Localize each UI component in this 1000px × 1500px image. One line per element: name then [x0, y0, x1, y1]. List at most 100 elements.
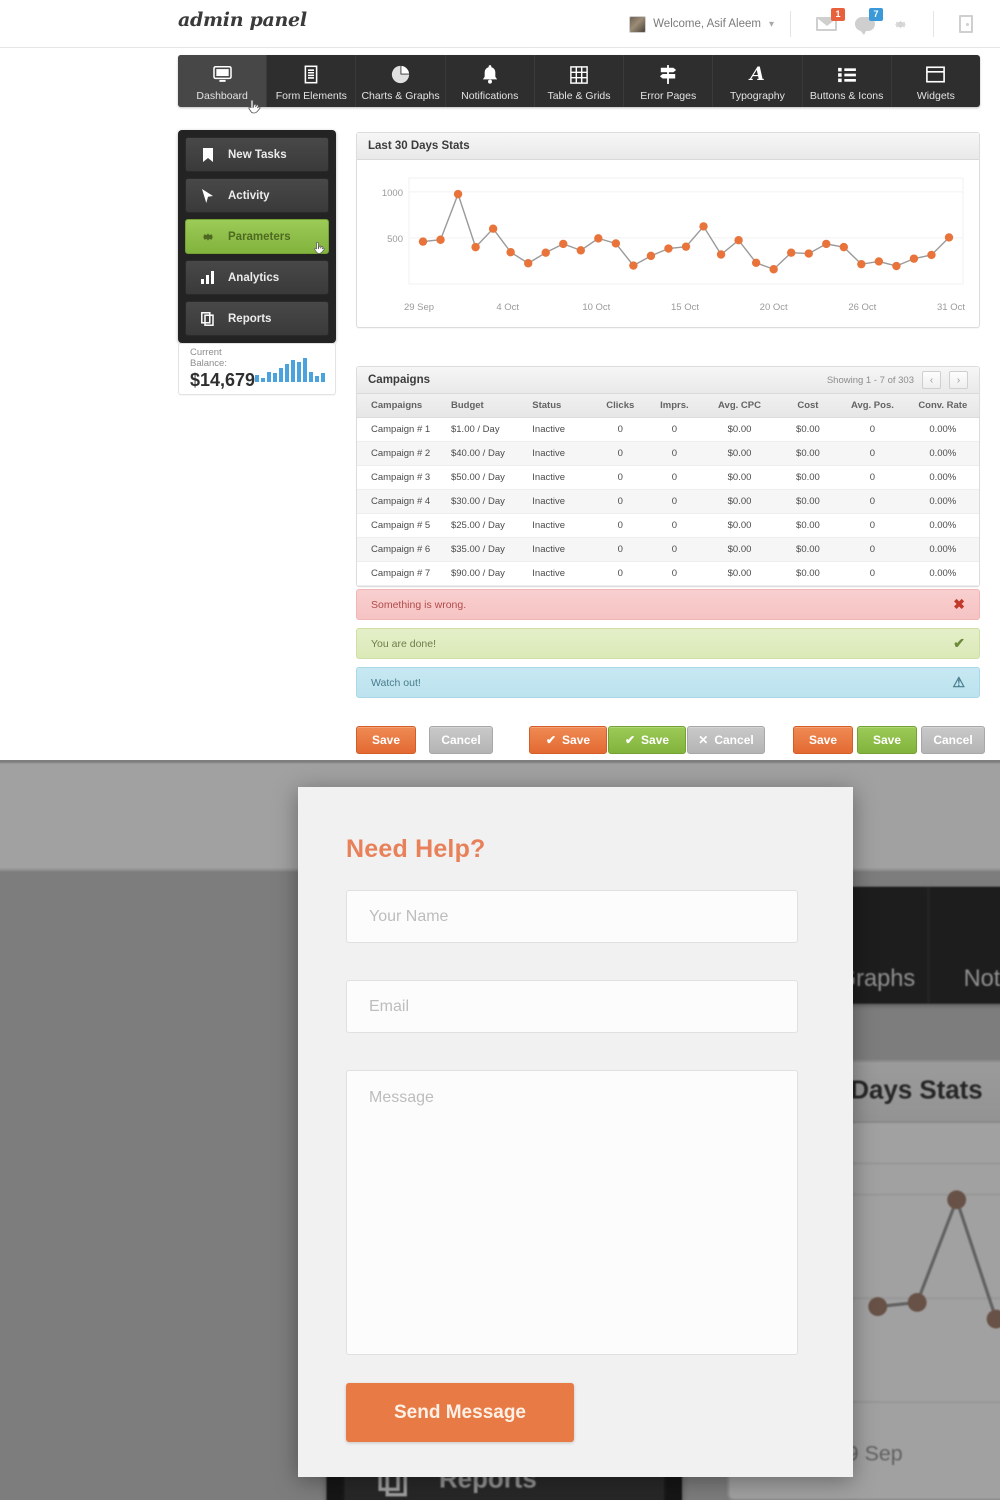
sidebar-label-analytics: Analytics [228, 271, 280, 284]
prev-page-button[interactable]: ‹ [922, 371, 941, 389]
chart-panel-title: Last 30 Days Stats [368, 140, 470, 152]
nav-item-table-grids[interactable]: Table & Grids [535, 55, 625, 107]
table-cell: Campaign # 1 [357, 417, 451, 442]
gear-icon[interactable] [893, 17, 908, 32]
table-cell: $0.00 [701, 561, 778, 586]
chart-line [422, 192, 950, 271]
send-message-button[interactable]: Send Message [346, 1383, 574, 1442]
name-input[interactable] [346, 890, 798, 943]
chart-data-point [839, 242, 848, 252]
save-button-2[interactable]: ✔ Save [529, 726, 607, 754]
chart-data-point [734, 236, 743, 245]
table-row[interactable]: Campaign # 1 $1.00 / Day Inactive 0 0 $0.00 $0… [357, 417, 979, 442]
table-cell: Campaign # 3 [357, 465, 451, 490]
sidebar-item-parameters[interactable]: Parameters [185, 219, 329, 254]
chart-data-point [907, 1293, 927, 1312]
gear-icon-parameters [200, 230, 215, 244]
balance-card: Current Balance: $14,679 [178, 343, 336, 395]
sidebar-item-new-tasks[interactable]: New Tasks [185, 137, 329, 172]
table-cell: $50.00 / Day [450, 465, 533, 490]
letter-a-icon: A [750, 63, 765, 85]
chart-data-point [892, 261, 901, 271]
chart-data-point [629, 261, 638, 270]
sidebar-item-analytics[interactable]: Analytics [185, 260, 329, 295]
table-cell: Inactive [532, 417, 594, 442]
monitor-icon [212, 65, 232, 85]
table-cell: Inactive [532, 513, 594, 538]
pie-chart-icon [391, 65, 410, 85]
nav-item-widgets[interactable]: Widgets [892, 55, 980, 107]
sparkline-bar [267, 372, 272, 382]
chevron-down-icon[interactable]: ▾ [769, 19, 774, 30]
table-cell: $0.00 [777, 561, 839, 586]
chat-icon[interactable]: 7 [855, 8, 883, 35]
alert-info: Watch out! ⚠ [356, 667, 980, 698]
table-row[interactable]: Campaign # 3 $50.00 / Day Inactive 0 0 $0.00 $… [357, 465, 979, 490]
chart-data-point [664, 244, 673, 253]
alert-info-text: Watch out! [371, 676, 421, 689]
chart-panel: Last 30 Days Stats 500 1000 29 Sep 4 Oct 10 … [356, 132, 980, 328]
chat-badge: 7 [869, 8, 883, 21]
avatar[interactable] [629, 15, 647, 33]
save-button-6[interactable]: Save [857, 726, 917, 754]
chart-data-point [787, 248, 796, 257]
table-row[interactable]: Campaign # 4 $30.00 / Day Inactive 0 0 $0.00 $… [357, 489, 979, 514]
nav-item-typography[interactable]: A Typography [713, 55, 803, 107]
warning-icon[interactable]: ⚠ [952, 674, 965, 691]
table-cell: Campaign # 7 [357, 561, 451, 586]
cancel-button-1[interactable]: Cancel [429, 726, 493, 754]
sidebar-item-activity[interactable]: Activity [185, 178, 329, 213]
main-nav: Dashboard Form Elements Charts & Graphs … [178, 55, 980, 107]
alert-success: You are done! ✔ [356, 628, 980, 659]
nav-item-charts-graphs[interactable]: Charts & Graphs [356, 55, 446, 107]
table-cell: 0.00% [906, 561, 979, 586]
chart-x-tick-label: 10 Oct [582, 302, 610, 313]
table-cell: 0 [838, 441, 907, 466]
mail-icon[interactable]: 1 [816, 8, 845, 31]
chart-data-point [559, 239, 568, 249]
chart-y-tick-label: 500 [387, 234, 403, 245]
cancel-button-7[interactable]: Cancel [921, 726, 985, 754]
sparkline-bar [309, 372, 314, 382]
logout-icon[interactable] [959, 15, 973, 33]
table-body: Campaign # 1 $1.00 / Day Inactive 0 0 $0.00 $0… [357, 417, 979, 586]
table-cell: $0.00 [701, 465, 778, 490]
next-page-button[interactable]: › [949, 371, 968, 389]
nav-label-notifications: Notifications [461, 89, 519, 102]
chart-x-tick-label: 29 Sep [404, 302, 434, 313]
button-label: Save [371, 733, 401, 747]
close-icon[interactable]: ✖ [953, 596, 965, 613]
chart-panel-head: Last 30 Days Stats [357, 133, 979, 160]
table-row[interactable]: Campaign # 2 $40.00 / Day Inactive 0 0 $0.00 $… [357, 441, 979, 466]
check-icon[interactable]: ✔ [953, 635, 965, 652]
table-cell: 0 [647, 465, 702, 490]
table-row[interactable]: Campaign # 7 $90.00 / Day Inactive 0 0 $0.00 $… [357, 561, 979, 586]
nav-label-widgets: Widgets [916, 89, 955, 102]
save-button-5[interactable]: Save [793, 726, 853, 754]
table-cell: Campaign # 4 [357, 489, 451, 514]
nav-item-form-elements[interactable]: Form Elements [267, 55, 357, 107]
sidebar-item-reports[interactable]: Reports [185, 301, 329, 336]
balance-label: Current Balance: [190, 347, 227, 369]
chart-data-point [947, 1190, 967, 1210]
table-row[interactable]: Campaign # 5 $25.00 / Day Inactive 0 0 $0.00 $… [357, 513, 979, 538]
welcome-text[interactable]: Welcome, Asif Aleem [653, 18, 761, 30]
nav-item-notifications[interactable]: Notifications [446, 55, 535, 107]
chart-data-point [769, 265, 778, 274]
save-button-0[interactable]: Save [356, 726, 416, 754]
table-cell: 0 [593, 465, 648, 490]
email-input[interactable] [346, 980, 798, 1033]
chart-data-point [576, 246, 585, 255]
chart-data-point [524, 259, 533, 268]
table-cell: $0.00 [777, 417, 839, 442]
table-cell: 0 [647, 441, 702, 466]
nav-item-buttons-icons[interactable]: Buttons & Icons [803, 55, 892, 107]
save-button-3[interactable]: ✔ Save [608, 726, 686, 754]
sparkline-bar [291, 360, 296, 382]
nav-item-error-pages[interactable]: Error Pages [624, 55, 714, 107]
table-row[interactable]: Campaign # 6 $35.00 / Day Inactive 0 0 $0.00 $… [357, 537, 979, 562]
cancel-button-4[interactable]: ✕ Cancel [687, 726, 765, 754]
chart-data-point [868, 1297, 888, 1317]
message-textarea[interactable] [346, 1070, 798, 1355]
table-cell: 0.00% [906, 513, 979, 538]
